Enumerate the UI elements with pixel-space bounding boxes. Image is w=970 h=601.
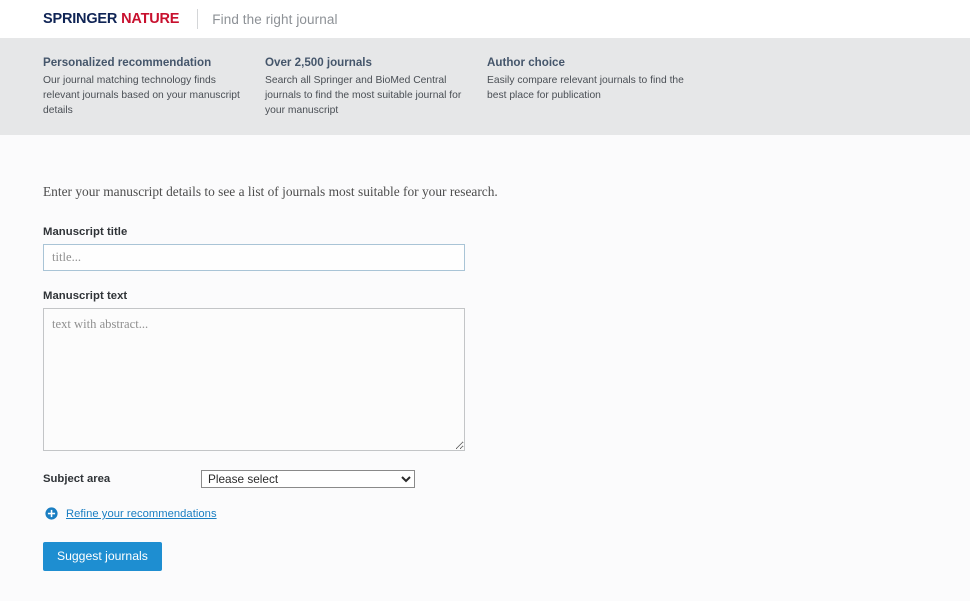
- refine-recommendations-row[interactable]: Refine your recommendations: [43, 507, 970, 521]
- site-header: SPRINGER NATURE Find the right journal: [0, 0, 970, 38]
- main-content: Enter your manuscript details to see a l…: [0, 135, 970, 601]
- subject-area-label: Subject area: [43, 473, 111, 486]
- banner-column-personalized-recommendation: Personalized recommendation Our journal …: [43, 55, 265, 135]
- plus-circle-icon[interactable]: [45, 507, 58, 521]
- banner-column-text: Our journal matching technology finds re…: [43, 75, 240, 116]
- logo-nature-text: NATURE: [121, 11, 180, 27]
- banner-column-title: Author choice: [487, 56, 565, 69]
- manuscript-title-field-group: Manuscript title: [43, 226, 970, 272]
- logo-springer-text: SPRINGER: [43, 11, 118, 27]
- banner-column-text: Search all Springer and BioMed Central j…: [265, 75, 462, 116]
- subject-area-select[interactable]: Please select: [201, 470, 415, 489]
- header-tagline: Find the right journal: [212, 11, 338, 27]
- feature-banner: Personalized recommendation Our journal …: [0, 38, 970, 135]
- springer-nature-logo[interactable]: SPRINGER NATURE: [43, 11, 179, 27]
- subject-area-field-group: Subject area Please select: [43, 470, 970, 489]
- suggest-journals-button[interactable]: Suggest journals: [43, 542, 162, 572]
- intro-text: Enter your manuscript details to see a l…: [43, 184, 498, 199]
- manuscript-text-field-group: Manuscript text: [43, 290, 970, 452]
- banner-column-title: Personalized recommendation: [43, 56, 212, 69]
- manuscript-title-input[interactable]: [43, 244, 465, 272]
- manuscript-text-label: Manuscript text: [43, 290, 128, 303]
- banner-column-author-choice: Author choice Easily compare relevant jo…: [487, 55, 717, 135]
- manuscript-title-label: Manuscript title: [43, 226, 128, 239]
- banner-column-text: Easily compare relevant journals to find…: [487, 75, 684, 101]
- banner-column-over-2500-journals: Over 2,500 journals Search all Springer …: [265, 55, 487, 135]
- header-divider: [197, 9, 199, 29]
- refine-recommendations-link[interactable]: Refine your recommendations: [66, 508, 217, 520]
- banner-column-title: Over 2,500 journals: [265, 56, 372, 69]
- manuscript-text-textarea[interactable]: [43, 308, 465, 452]
